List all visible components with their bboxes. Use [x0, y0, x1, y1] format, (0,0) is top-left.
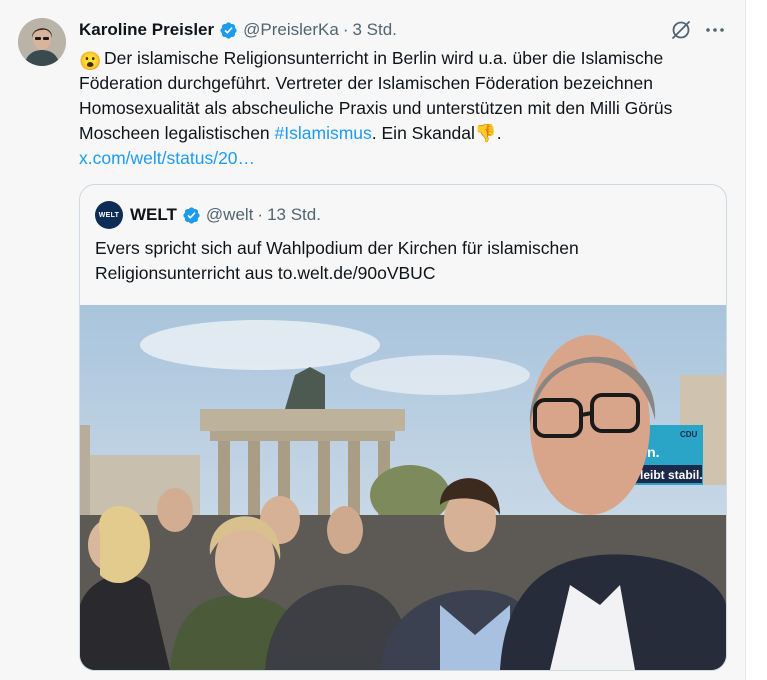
- welt-logo[interactable]: WELT: [95, 201, 123, 229]
- timestamp[interactable]: 3 Std.: [352, 20, 396, 40]
- astonished-emoji-icon: 😮: [79, 51, 102, 71]
- tweet-text: 😮 Der islamische Religionsunterricht in B…: [79, 46, 731, 171]
- author-name[interactable]: Karoline Preisler: [79, 20, 214, 40]
- tweet-header: Karoline Preisler @PreislerKa · 3 Std.: [79, 18, 397, 42]
- quoted-tweet[interactable]: WELT WELT @welt · 13 Std. Evers spricht …: [79, 184, 727, 671]
- quoted-tweet-text: Evers spricht sich auf Wahlpodium der Ki…: [95, 238, 579, 283]
- more-icon[interactable]: [703, 18, 727, 42]
- separator-dot: ·: [342, 20, 349, 39]
- page-edge: [746, 0, 767, 680]
- quoted-author-name[interactable]: WELT: [130, 205, 177, 225]
- hashtag-link[interactable]: #Islamismus: [275, 123, 372, 143]
- tweet[interactable]: Karoline Preisler @PreislerKa · 3 Std. 😮…: [0, 0, 746, 680]
- tweet-body-end: . Ein Skandal: [371, 123, 475, 143]
- grok-icon[interactable]: [669, 18, 693, 42]
- quoted-timestamp[interactable]: 13 Std.: [267, 205, 321, 225]
- separator-dot: ·: [257, 205, 264, 224]
- author-handle[interactable]: @PreislerKa: [243, 20, 339, 40]
- tweet-period: .: [496, 123, 502, 143]
- verified-badge-icon[interactable]: [182, 206, 201, 225]
- tweet-link[interactable]: x.com/welt/status/20…: [79, 148, 255, 168]
- quoted-author-handle[interactable]: @welt: [206, 205, 254, 225]
- news-photo[interactable]: Berlin. leibt stabil. CDU: [80, 305, 726, 670]
- banner-line2: leibt stabil.: [640, 468, 703, 482]
- verified-badge-icon[interactable]: [219, 21, 238, 40]
- avatar[interactable]: [18, 18, 66, 66]
- banner-party: CDU: [680, 430, 698, 439]
- quoted-tweet-header: WELT WELT @welt · 13 Std.: [95, 201, 321, 229]
- thumbs-down-emoji-icon: 👎: [474, 123, 497, 143]
